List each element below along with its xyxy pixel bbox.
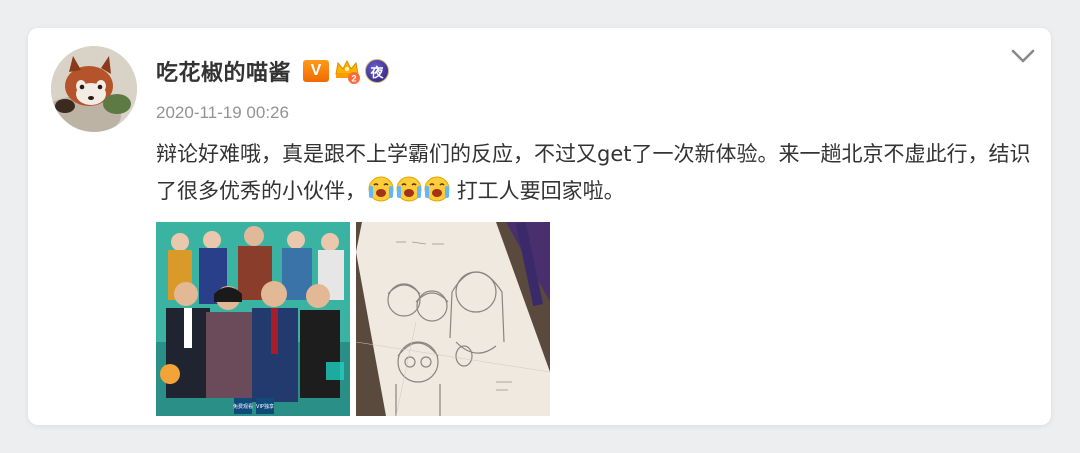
chevron-down-icon[interactable] <box>1009 44 1037 68</box>
crying-laugh-emoji <box>396 176 422 202</box>
sketch-drawing-image[interactable] <box>356 222 550 416</box>
crying-laugh-emoji <box>424 176 450 202</box>
crown-vip-icon[interactable]: 2 <box>333 58 361 84</box>
post-timestamp[interactable]: 2020-11-19 00:26 <box>156 103 289 123</box>
author-header: 吃花椒的喵酱 V 2 夜 <box>156 54 390 88</box>
crying-laugh-emoji <box>368 176 394 202</box>
night-badge-icon[interactable]: 夜 <box>365 59 390 83</box>
vip-level-text: 2 <box>352 74 357 84</box>
verified-v-icon[interactable]: V <box>303 60 330 82</box>
author-badges: V 2 夜 <box>303 58 390 84</box>
post-image-grid: 免费观看 VIP独享 <box>156 222 550 416</box>
poster-badge-vip: VIP独享 <box>256 403 274 410</box>
poster-badge-free: 免费观看 <box>233 403 253 410</box>
post-text-tail: 打工人要回家啦。 <box>456 179 625 203</box>
post-body: 辩论好难哦，真是跟不上学霸们的反应，不过又get了一次新体验。来一趟北京不虚此行… <box>156 136 1036 210</box>
author-name[interactable]: 吃花椒的喵酱 <box>156 55 291 87</box>
weibo-post-card: 吃花椒的喵酱 V 2 夜 2020-11-19 00:26 辩论好难哦，真是跟不… <box>28 28 1051 425</box>
emoji-group <box>366 176 450 203</box>
show-poster-image[interactable]: 免费观看 VIP独享 <box>156 222 350 416</box>
red-panda-avatar-icon <box>51 46 137 132</box>
user-avatar[interactable] <box>51 46 137 132</box>
